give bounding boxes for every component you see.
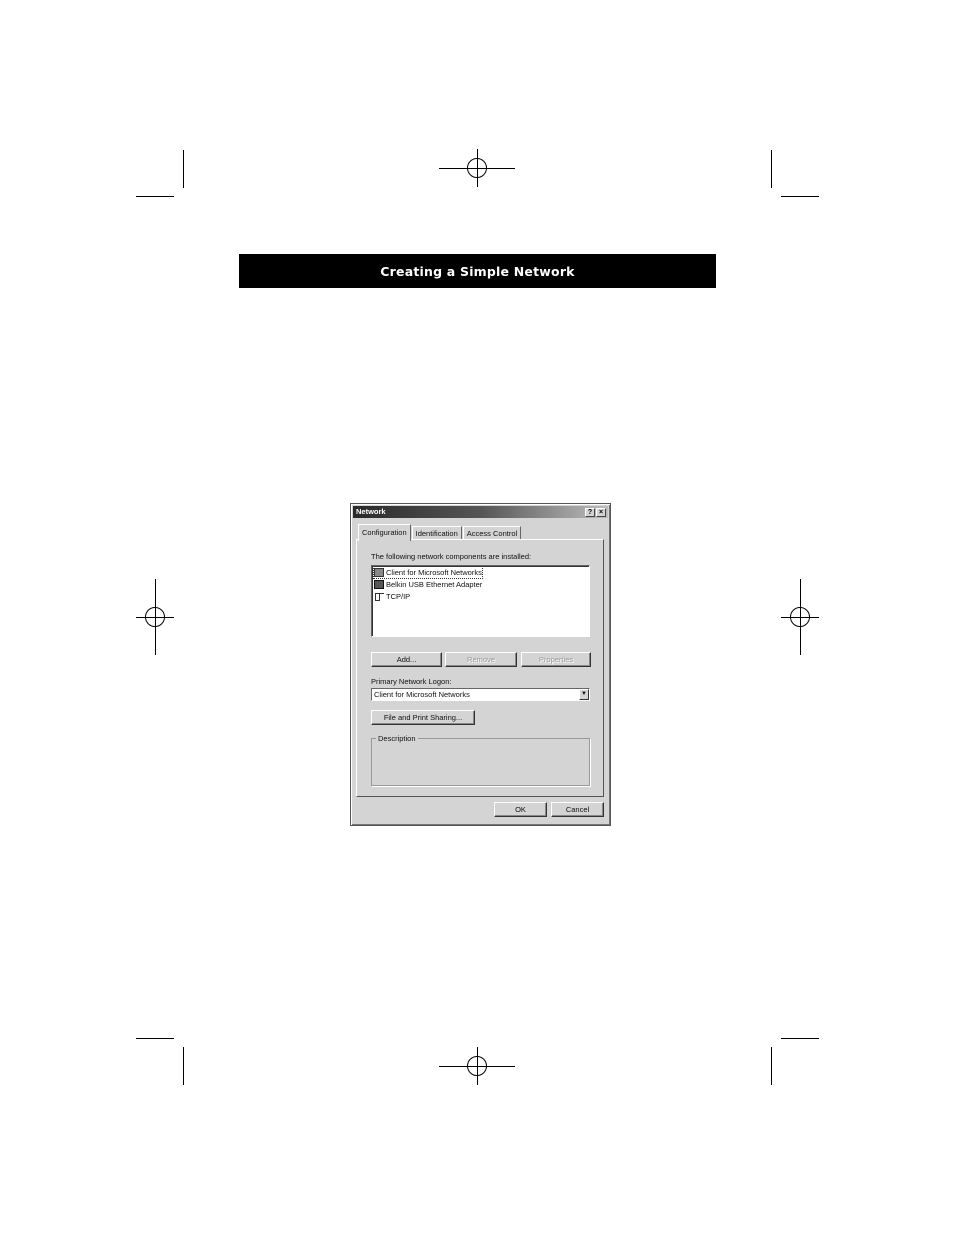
primary-logon-label: Primary Network Logon:	[371, 677, 452, 686]
crop-mark	[183, 150, 184, 188]
dialog-titlebar[interactable]: Network ? ×	[353, 506, 608, 518]
page-title: Creating a Simple Network	[380, 263, 575, 279]
registration-mark-bottom	[439, 1047, 515, 1085]
page-header: Creating a Simple Network	[239, 254, 716, 288]
crop-mark	[136, 1038, 174, 1039]
crop-mark	[183, 1047, 184, 1085]
list-item-label: Client for Microsoft Networks	[386, 568, 482, 577]
registration-mark-left	[136, 579, 174, 655]
components-label: The following network components are ins…	[371, 552, 532, 561]
list-item[interactable]: TCP/IP	[374, 591, 410, 602]
help-button[interactable]: ?	[585, 508, 595, 517]
list-item-label: Belkin USB Ethernet Adapter	[386, 580, 483, 589]
close-button[interactable]: ×	[596, 508, 606, 517]
description-label: Description	[376, 734, 418, 743]
list-item[interactable]: Client for Microsoft Networks	[373, 566, 483, 579]
crop-mark	[771, 150, 772, 188]
registration-mark-top	[439, 149, 515, 187]
ok-button[interactable]: OK	[494, 802, 547, 817]
network-adapter-icon	[374, 580, 384, 589]
primary-logon-select[interactable]: Client for Microsoft Networks ▼	[371, 688, 590, 701]
crop-mark	[781, 196, 819, 197]
dialog-title: Network	[356, 507, 386, 516]
tab-access-control[interactable]: Access Control	[462, 526, 522, 540]
protocol-icon	[374, 592, 384, 601]
network-dialog: Network ? × Configuration Identification…	[350, 503, 611, 826]
configuration-panel: The following network components are ins…	[356, 539, 604, 797]
components-list[interactable]: Client for Microsoft Networks Belkin USB…	[371, 565, 590, 637]
crop-mark	[136, 196, 174, 197]
tab-identification[interactable]: Identification	[411, 526, 462, 540]
tab-configuration[interactable]: Configuration	[358, 524, 411, 541]
primary-logon-value: Client for Microsoft Networks	[374, 690, 470, 699]
registration-mark-right	[781, 579, 819, 655]
description-group: Description	[371, 734, 590, 786]
crop-mark	[771, 1047, 772, 1085]
tab-bar: Configuration Identification Access Cont…	[358, 524, 522, 541]
remove-button[interactable]: Remove	[445, 652, 517, 667]
properties-button[interactable]: Properties	[521, 652, 591, 667]
file-print-sharing-button[interactable]: File and Print Sharing...	[371, 710, 475, 725]
list-item-label: TCP/IP	[386, 592, 411, 601]
cancel-button[interactable]: Cancel	[551, 802, 604, 817]
client-icon	[374, 568, 384, 577]
add-button[interactable]: Add...	[371, 652, 442, 667]
chevron-down-icon[interactable]: ▼	[579, 689, 589, 700]
list-item[interactable]: Belkin USB Ethernet Adapter	[374, 579, 482, 590]
crop-mark	[781, 1038, 819, 1039]
